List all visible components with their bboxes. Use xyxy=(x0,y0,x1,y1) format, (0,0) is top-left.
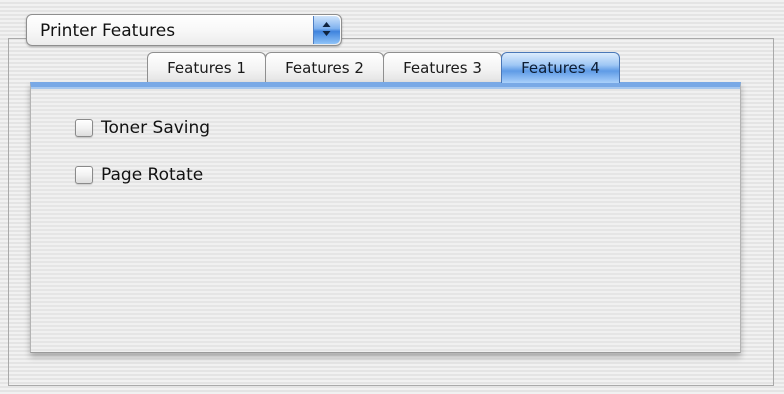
page-rotate-option[interactable]: Page Rotate xyxy=(75,164,203,186)
toner-saving-option[interactable]: Toner Saving xyxy=(75,117,210,139)
toner-saving-label[interactable]: Toner Saving xyxy=(101,118,210,138)
features-4-tab-panel: Toner Saving Page Rotate xyxy=(30,82,741,353)
toner-saving-checkbox[interactable] xyxy=(75,119,93,137)
tab-features-2[interactable]: Features 2 xyxy=(265,52,384,83)
tab-features-1[interactable]: Features 1 xyxy=(147,52,266,83)
tab-features-3[interactable]: Features 3 xyxy=(383,52,502,83)
popup-selected-label: Printer Features xyxy=(40,21,176,41)
printer-features-popup[interactable]: Printer Features xyxy=(26,14,342,46)
tab-features-4[interactable]: Features 4 xyxy=(501,52,620,83)
page-rotate-label[interactable]: Page Rotate xyxy=(101,165,203,185)
features-tab-strip: Features 1 Features 2 Features 3 Feature… xyxy=(147,52,620,83)
up-down-arrows-icon xyxy=(313,16,340,44)
page-rotate-checkbox[interactable] xyxy=(75,166,93,184)
